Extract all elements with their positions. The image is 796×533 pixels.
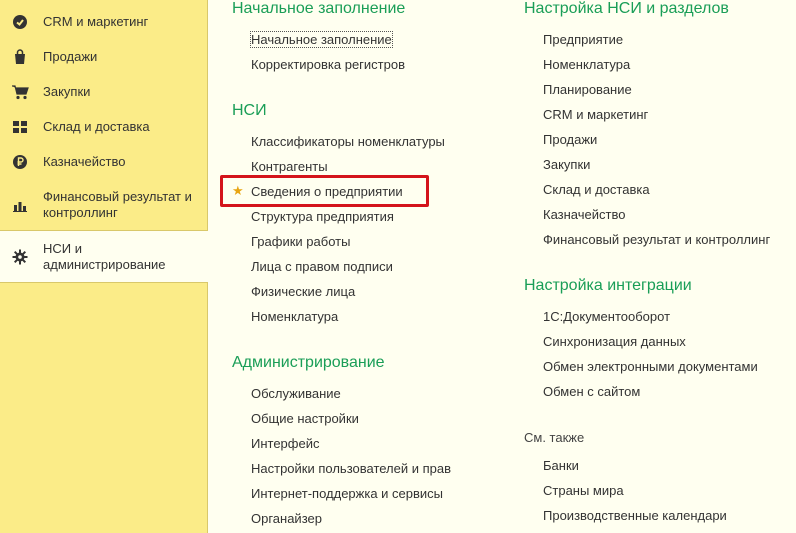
link-item-interface[interactable]: Интерфейс bbox=[251, 436, 319, 451]
crm-icon bbox=[11, 13, 29, 31]
link-item-work-schedules[interactable]: Графики работы bbox=[251, 234, 350, 249]
cart-icon bbox=[11, 83, 29, 101]
link-initial-fill[interactable]: Начальное заполнение bbox=[250, 31, 393, 48]
sidebar-item-label: Склад и доставка bbox=[43, 119, 150, 134]
section-title: Администрирование bbox=[232, 354, 385, 371]
link-item-signatories[interactable]: Лица с правом подписи bbox=[251, 259, 393, 274]
sidebar-item-label: Закупки bbox=[43, 84, 91, 99]
link-item-docflow[interactable]: 1С:Документооборот bbox=[543, 309, 670, 324]
link-item-calendars[interactable]: Производственные календари bbox=[543, 508, 727, 523]
link-item-counterparties[interactable]: Контрагенты bbox=[251, 159, 328, 174]
link-item-company-info[interactable]: Сведения о предприятии bbox=[251, 184, 403, 199]
sidebar-item-label: Финансовый результат и контроллинг bbox=[43, 189, 192, 220]
sidebar-item-sales[interactable]: Продажи bbox=[0, 45, 207, 69]
sidebar-item-crm[interactable]: CRM и маркетинг bbox=[0, 10, 207, 34]
section-title: НСИ bbox=[232, 102, 267, 119]
sidebar-item-label: Продажи bbox=[43, 49, 98, 64]
link-item-edi[interactable]: Обмен электронными документами bbox=[543, 359, 758, 374]
sidebar-item-finance[interactable]: Финансовый результат и контроллинг bbox=[0, 187, 207, 223]
link-item-nomenclature[interactable]: Номенклатура bbox=[251, 309, 338, 324]
link-item-classifiers[interactable]: Классификаторы номенклатуры bbox=[251, 134, 445, 149]
link-item-finance-controlling[interactable]: Финансовый результат и контроллинг bbox=[543, 232, 770, 247]
sidebar: CRM и маркетинг Продажи Закупки Склад и … bbox=[0, 0, 208, 533]
link-item-data-sync[interactable]: Синхронизация данных bbox=[543, 334, 686, 349]
link-item-organizer[interactable]: Органайзер bbox=[251, 511, 322, 526]
link-item-user-settings[interactable]: Настройки пользователей и прав bbox=[251, 461, 451, 476]
link-item-countries[interactable]: Страны мира bbox=[543, 483, 624, 498]
link-item-sales[interactable]: Продажи bbox=[543, 132, 597, 147]
section-title: См. также bbox=[524, 430, 585, 445]
star-icon: ★ bbox=[232, 183, 244, 198]
sidebar-item-label: Казначейство bbox=[43, 154, 126, 169]
sidebar-item-purchases[interactable]: Закупки bbox=[0, 80, 207, 104]
sidebar-item-treasury[interactable]: Казначейство bbox=[0, 150, 207, 174]
section-title: Настройка НСИ и разделов bbox=[524, 0, 729, 17]
link-item-company-structure[interactable]: Структура предприятия bbox=[251, 209, 394, 224]
sidebar-item-warehouse[interactable]: Склад и доставка bbox=[0, 115, 207, 139]
sidebar-item-label: НСИ и администрирование bbox=[43, 240, 166, 272]
sidebar-item-label: CRM и маркетинг bbox=[43, 14, 149, 29]
link-item-enterprise[interactable]: Предприятие bbox=[543, 32, 623, 47]
link-item-nomenclature[interactable]: Номенклатура bbox=[543, 57, 630, 72]
warehouse-icon bbox=[11, 118, 29, 136]
bar-chart-icon bbox=[11, 196, 29, 214]
section-title: Настройка интеграции bbox=[524, 277, 692, 294]
sidebar-item-nsi-admin[interactable]: НСИ и администрирование bbox=[0, 230, 208, 283]
link-item-crm[interactable]: CRM и маркетинг bbox=[543, 107, 648, 122]
link-item-purchases[interactable]: Закупки bbox=[543, 157, 590, 172]
link-register-correction[interactable]: Корректировка регистров bbox=[251, 57, 405, 72]
ruble-icon bbox=[11, 153, 29, 171]
gear-icon bbox=[11, 248, 29, 266]
link-item-treasury[interactable]: Казначейство bbox=[543, 207, 625, 222]
link-item-banks[interactable]: Банки bbox=[543, 458, 579, 473]
shopping-bag-icon bbox=[11, 48, 29, 66]
link-item-site-exchange[interactable]: Обмен с сайтом bbox=[543, 384, 640, 399]
link-item-warehouse[interactable]: Склад и доставка bbox=[543, 182, 650, 197]
link-item-maintenance[interactable]: Обслуживание bbox=[251, 386, 341, 401]
section-title: Начальное заполнение bbox=[232, 0, 406, 17]
link-item-planning[interactable]: Планирование bbox=[543, 82, 632, 97]
link-item-individuals[interactable]: Физические лица bbox=[251, 284, 355, 299]
link-item-internet-support[interactable]: Интернет-поддержка и сервисы bbox=[251, 486, 443, 501]
link-item-general-settings[interactable]: Общие настройки bbox=[251, 411, 359, 426]
